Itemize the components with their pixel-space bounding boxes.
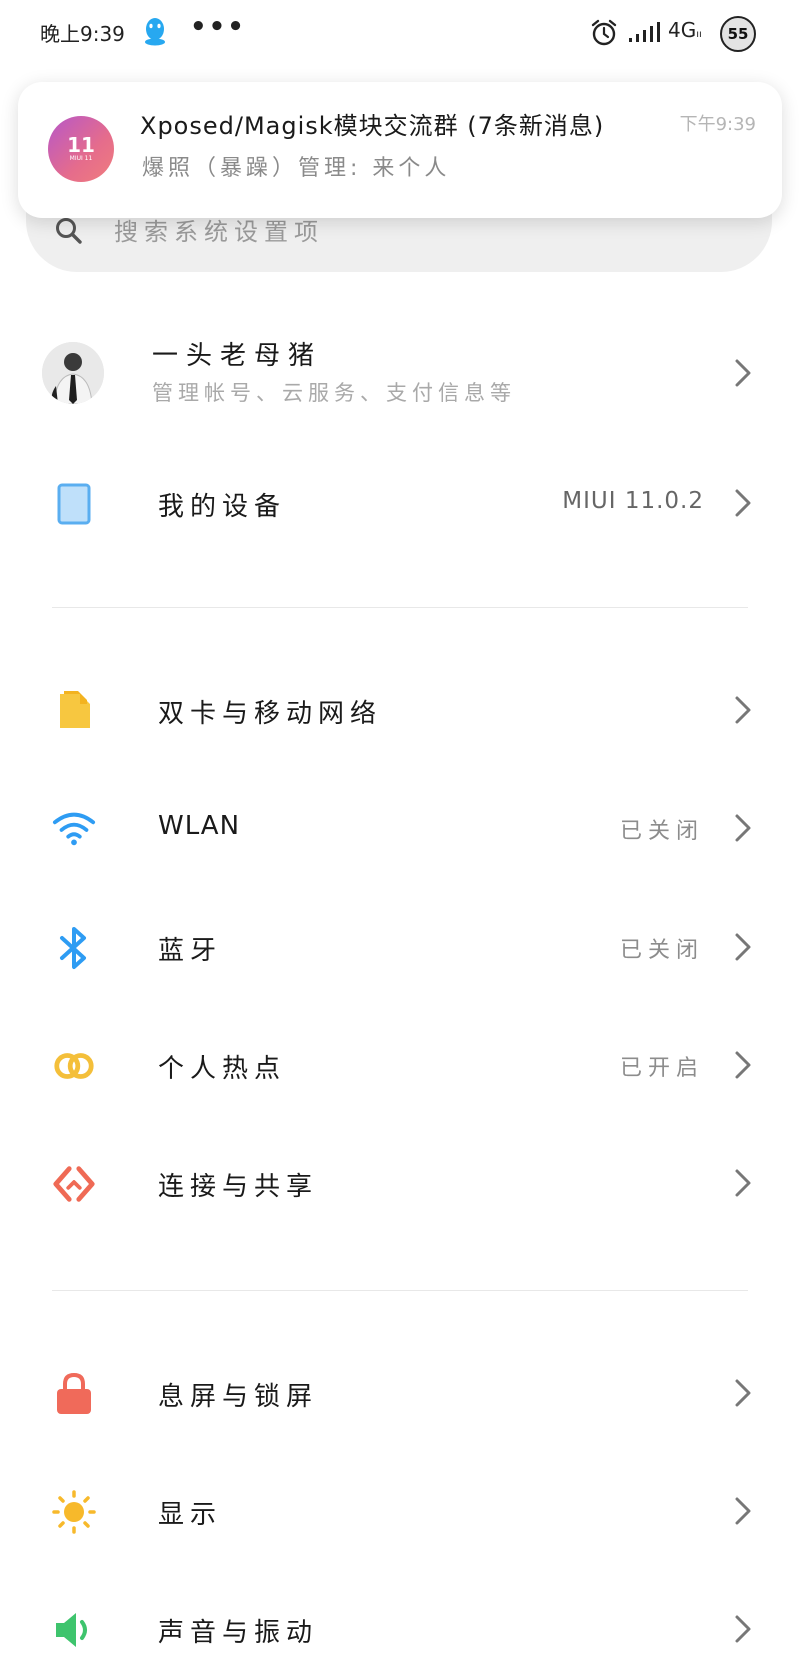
row-display[interactable]: 显示 (0, 1456, 800, 1566)
row-label: 我的设备 (158, 492, 287, 522)
speaker-icon (52, 1608, 96, 1652)
status-bar: 晚上9:39 ••• 4Gıı 55 (0, 0, 800, 68)
bluetooth-icon (52, 926, 96, 970)
alarm-clock-icon (591, 19, 617, 46)
row-label: 个人热点 (158, 1054, 287, 1084)
avatar (42, 342, 104, 404)
signal-strength-icon (629, 22, 660, 42)
chevron-right-icon (735, 1615, 751, 1643)
chevron-right-icon (735, 933, 751, 961)
row-sound[interactable]: 声音与振动 (0, 1574, 800, 1663)
chevron-right-icon (735, 359, 751, 387)
row-label: 显示 (158, 1500, 223, 1530)
account-subtitle: 管理帐号、云服务、支付信息等 (152, 381, 516, 405)
qq-penguin-icon (145, 18, 165, 46)
sim-card-icon (52, 689, 96, 733)
device-icon (52, 482, 96, 526)
row-value: 已关闭 (619, 819, 704, 844)
notification-time: 下午9:39 (679, 114, 756, 135)
divider (52, 607, 748, 608)
network-type: 4Gıı (668, 18, 702, 42)
row-value: MIUI 11.0.2 (562, 488, 704, 514)
chevron-right-icon (735, 1051, 751, 1079)
network-activity: ıı (696, 29, 702, 40)
row-dual-sim[interactable]: 双卡与移动网络 (0, 655, 800, 765)
avatar-caption: MIUI 11 (69, 155, 93, 162)
row-lock-screen[interactable]: 息屏与锁屏 (0, 1338, 800, 1448)
notification-title: Xposed/Magisk模块交流群 (7条新消息) (140, 112, 605, 140)
notification-text: 爆照（暴躁）管理: 来个人 (142, 156, 451, 181)
chevron-right-icon (735, 1379, 751, 1407)
connection-share-icon (52, 1162, 96, 1206)
hotspot-icon (52, 1044, 96, 1088)
chevron-right-icon (735, 696, 751, 724)
search-icon (56, 218, 82, 244)
wifi-icon (52, 807, 96, 851)
heads-up-notification[interactable]: 11 MIUI 11 Xposed/Magisk模块交流群 (7条新消息) 爆照… (18, 82, 782, 218)
row-value: 已关闭 (619, 938, 704, 963)
row-label: 蓝牙 (158, 936, 223, 966)
chevron-right-icon (735, 1497, 751, 1525)
battery-indicator: 55 (720, 16, 756, 52)
chevron-right-icon (735, 814, 751, 842)
row-connection-sharing[interactable]: 连接与共享 (0, 1128, 800, 1238)
status-time: 晚上9:39 (40, 22, 125, 46)
row-label: WLAN (158, 811, 241, 841)
divider (52, 1290, 748, 1291)
sun-icon (52, 1490, 96, 1534)
chevron-right-icon (735, 1169, 751, 1197)
row-bluetooth[interactable]: 蓝牙 已关闭 (0, 892, 800, 1002)
group-avatar: 11 MIUI 11 (48, 116, 114, 182)
row-hotspot[interactable]: 个人热点 已开启 (0, 1010, 800, 1120)
account-name: 一头老母猪 (152, 341, 323, 371)
row-label: 连接与共享 (158, 1172, 319, 1202)
avatar-number: 11 (67, 133, 95, 157)
network-label: 4G (668, 18, 697, 42)
overflow-dots-icon: ••• (190, 12, 246, 42)
row-value: 已开启 (619, 1056, 704, 1081)
lock-icon (52, 1372, 96, 1416)
profile-photo-icon (42, 342, 104, 404)
row-my-device[interactable]: 我的设备 MIUI 11.0.2 (0, 448, 800, 558)
chevron-right-icon (735, 489, 751, 517)
row-label: 息屏与锁屏 (158, 1382, 319, 1412)
row-wlan[interactable]: WLAN 已关闭 (0, 773, 800, 883)
row-label: 声音与振动 (158, 1618, 319, 1648)
row-label: 双卡与移动网络 (158, 699, 383, 729)
